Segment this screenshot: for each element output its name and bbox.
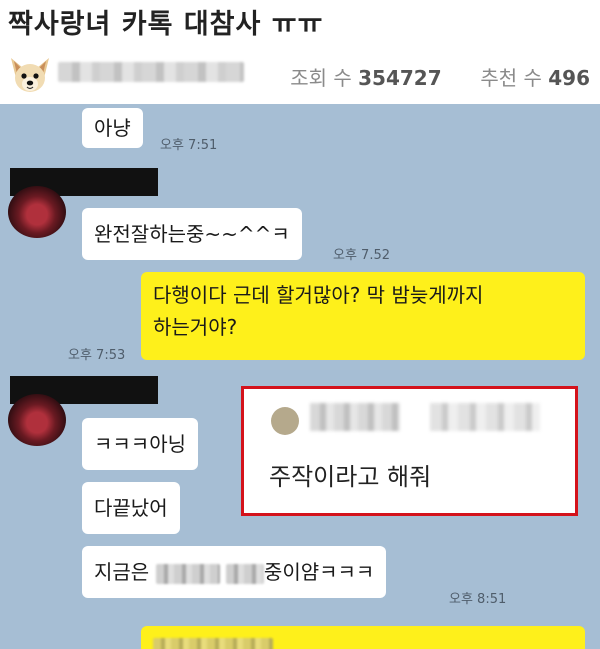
message-text: 중이얌ㅋㅋㅋ bbox=[263, 560, 375, 584]
message-bubble: 지금은 중이얌ㅋㅋㅋ bbox=[82, 546, 387, 598]
message-line: 다행이다 근데 할거많아? 막 밤늦게까지 bbox=[153, 283, 484, 307]
message-bubble: 완전잘하는중~~^^ㅋ bbox=[82, 208, 302, 260]
message-time: 오후 7:51 bbox=[160, 138, 218, 153]
redacted-text bbox=[155, 563, 220, 584]
profile-photo-icon bbox=[8, 186, 66, 238]
views-label: 조회 수 bbox=[290, 66, 352, 90]
message-time: 오후 8:51 bbox=[449, 592, 507, 607]
message-bubble: 다끝났어 bbox=[82, 482, 180, 534]
message-text: 지금은 bbox=[94, 560, 150, 584]
recommend-label: 추천 수 bbox=[480, 66, 542, 90]
message-bubble: 아냥 bbox=[82, 108, 143, 148]
views-count: 354727 bbox=[358, 66, 442, 90]
sent-message-bubble: 다행이다 근데 할거많아? 막 밤늦게까지 하는거야? bbox=[141, 272, 585, 360]
profile-photo-icon bbox=[8, 394, 66, 446]
post-stats: 조회 수 354727 추천 수 496 bbox=[290, 62, 590, 91]
post-title: 짝사랑녀 카톡 대참사 ㅠㅠ bbox=[8, 9, 324, 40]
comment-overlay: 주작이라고 해줘 bbox=[241, 386, 578, 516]
sent-message-bubble-partial bbox=[141, 626, 585, 649]
comment-text: 주작이라고 해줘 bbox=[269, 463, 432, 491]
redacted-text bbox=[153, 637, 273, 649]
redacted-text bbox=[225, 563, 264, 584]
author-name-blurred[interactable] bbox=[58, 62, 244, 82]
comment-avatar-icon[interactable] bbox=[271, 407, 299, 435]
comment-date-blurred bbox=[430, 403, 540, 431]
message-time: 오후 7:53 bbox=[68, 348, 126, 363]
message-bubble: ㅋㅋㅋ아닝 bbox=[82, 418, 198, 470]
recommend-count: 496 bbox=[548, 66, 590, 90]
post-meta: 조회 수 354727 추천 수 496 bbox=[0, 52, 600, 98]
message-line: 하는거야? bbox=[153, 315, 238, 339]
message-time: 오후 7.52 bbox=[333, 248, 390, 263]
commenter-name-blurred[interactable] bbox=[310, 403, 400, 431]
dog-avatar-icon[interactable] bbox=[8, 56, 52, 96]
chat-screenshot: 아냥 오후 7:51 완전잘하는중~~^^ㅋ 오후 7.52 다행이다 근데 할… bbox=[0, 104, 600, 649]
